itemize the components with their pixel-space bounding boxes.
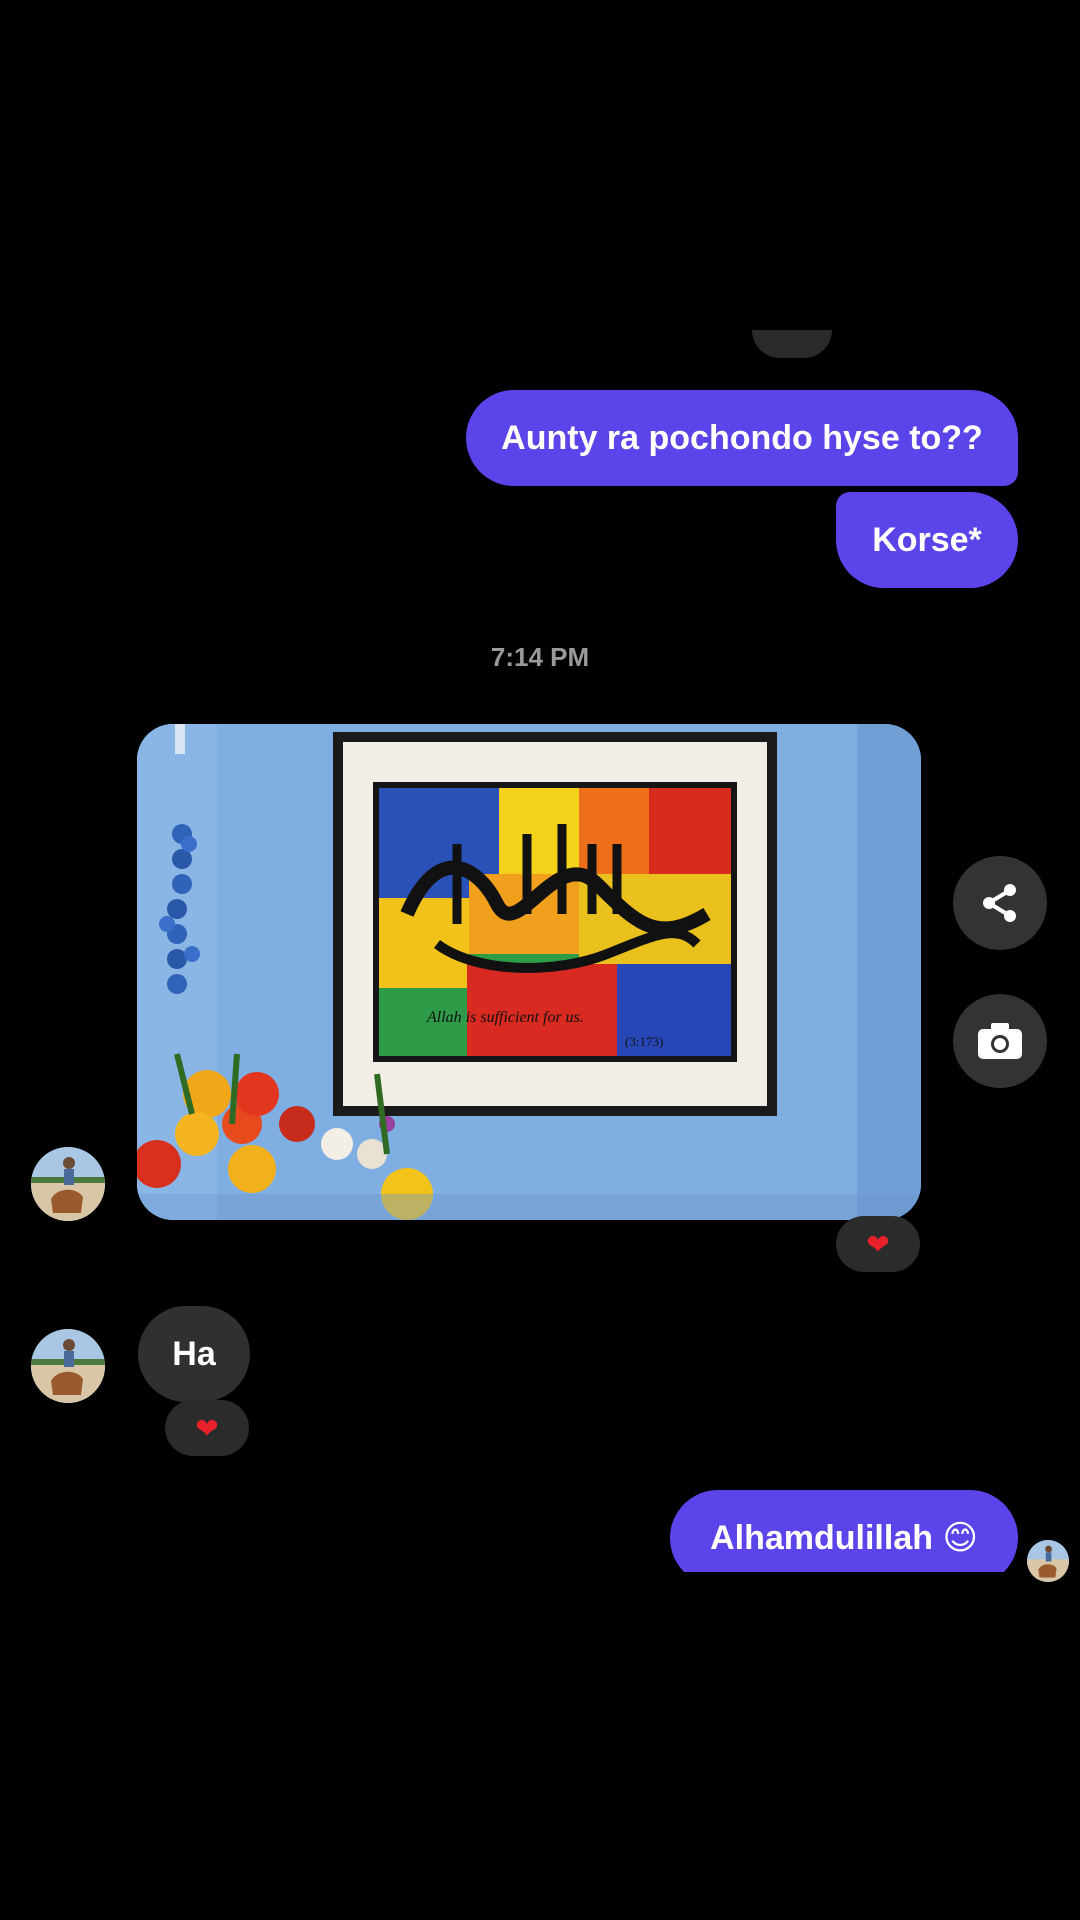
- previous-reaction-stub: [752, 330, 832, 358]
- avatar[interactable]: [31, 1147, 105, 1221]
- bottom-blank-area: [0, 1572, 1080, 1920]
- heart-icon: ❤: [195, 1412, 219, 1444]
- outgoing-message[interactable]: Korse*: [836, 492, 1018, 588]
- calligraphy-caption: Allah is sufficient for us.: [426, 1009, 584, 1026]
- camera-button[interactable]: [953, 994, 1047, 1088]
- share-icon: [983, 884, 1016, 922]
- camera-icon: [978, 1023, 1022, 1059]
- heart-icon: ❤: [866, 1228, 890, 1260]
- incoming-message[interactable]: Ha: [138, 1306, 250, 1402]
- read-receipt-avatar: [1027, 1540, 1069, 1582]
- message-text: Aunty ra pochondo hyse to??: [501, 418, 983, 457]
- share-button[interactable]: [953, 856, 1047, 950]
- outgoing-message[interactable]: Aunty ra pochondo hyse to??: [466, 390, 1018, 486]
- message-text: Ha: [172, 1334, 216, 1373]
- avatar-photo: [1027, 1540, 1069, 1582]
- reaction-badge[interactable]: ❤: [165, 1400, 249, 1456]
- shared-photo[interactable]: Allah is sufficient for us. (3:173): [137, 724, 921, 1220]
- timestamp: 7:14 PM: [490, 642, 590, 672]
- message-text: Alhamdulillah 😊: [710, 1519, 978, 1557]
- avatar-photo: [31, 1147, 105, 1221]
- calligraphy-frame: Allah is sufficient for us. (3:173): [333, 732, 777, 1116]
- reaction-badge[interactable]: ❤: [836, 1216, 920, 1272]
- photo-content: Allah is sufficient for us. (3:173): [137, 724, 921, 1220]
- avatar[interactable]: [31, 1329, 105, 1403]
- avatar-photo: [31, 1329, 105, 1403]
- message-text: Korse*: [872, 520, 982, 559]
- calligraphy-reference: (3:173): [625, 1034, 663, 1049]
